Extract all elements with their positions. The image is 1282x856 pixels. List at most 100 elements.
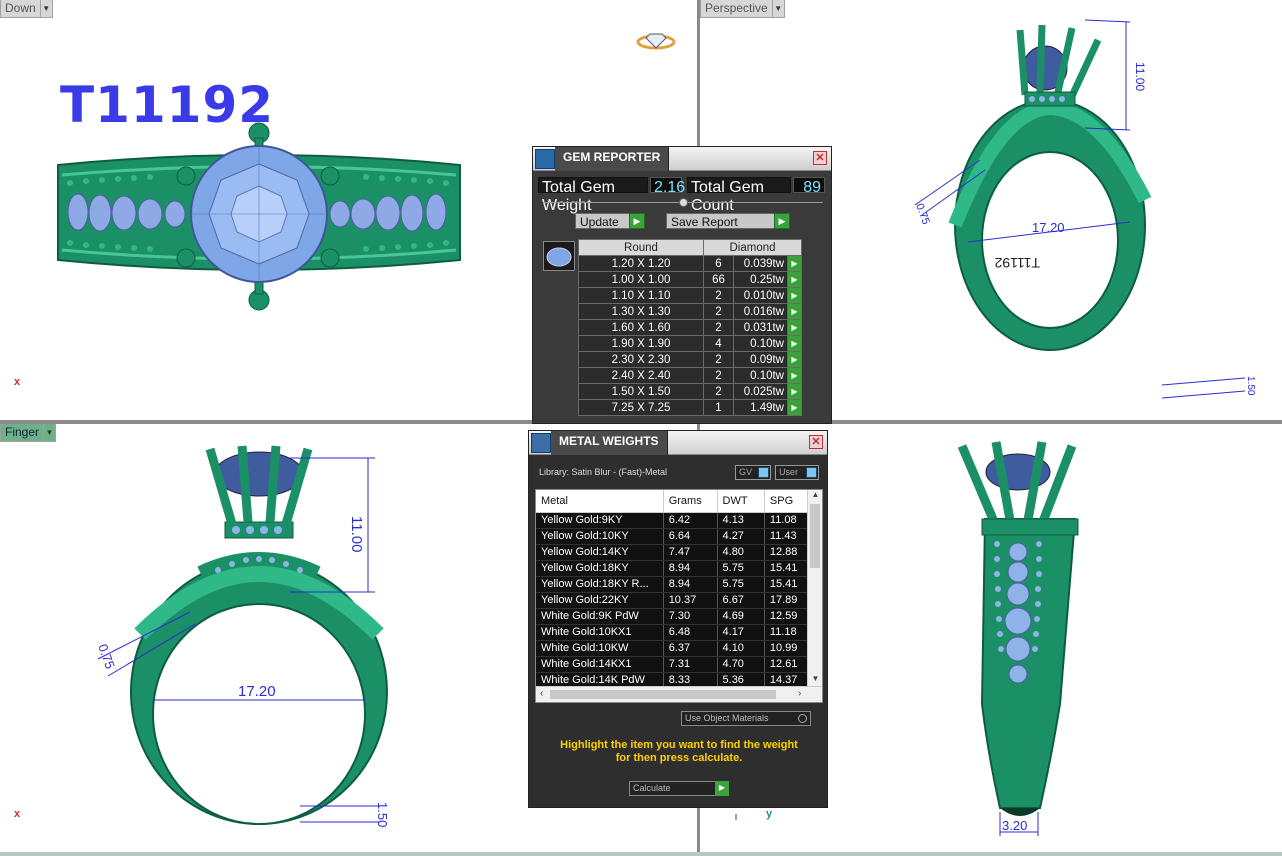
- metal-row[interactable]: White Gold:9K PdW 7.30 4.69 12.59: [536, 608, 809, 625]
- metal-weights-titlebar[interactable]: METAL WEIGHTS ✕: [529, 431, 827, 455]
- scroll-thumb[interactable]: [810, 504, 820, 568]
- close-icon[interactable]: ✕: [813, 151, 827, 165]
- metal-spg: 17.89: [764, 592, 809, 609]
- metal-row[interactable]: White Gold:10KW 6.37 4.10 10.99: [536, 640, 809, 657]
- gem-total-weight: 0.039tw: [733, 255, 788, 272]
- metal-spg: 15.41: [764, 576, 809, 593]
- svg-text:0.75: 0.75: [913, 202, 932, 226]
- calculate-button[interactable]: Calculate ▶: [629, 781, 729, 796]
- user-toggle[interactable]: User: [775, 465, 819, 480]
- hint-line-1: Highlight the item you want to find the …: [560, 739, 798, 751]
- metal-grams: 8.94: [663, 560, 718, 577]
- use-object-materials-label: Use Object Materials: [685, 713, 769, 723]
- metal-spg: 11.08: [764, 512, 809, 529]
- gem-row[interactable]: 1.90 X 1.90 4 0.10tw ▶: [578, 335, 802, 352]
- save-report-button[interactable]: Save Report ▶: [666, 213, 790, 229]
- gem-count: 6: [703, 255, 734, 272]
- scroll-left-icon[interactable]: ‹: [540, 688, 543, 699]
- play-arrow-icon[interactable]: ▶: [787, 335, 802, 352]
- total-gem-weight-value: 2.16: [650, 177, 685, 196]
- play-arrow-icon[interactable]: ▶: [787, 303, 802, 320]
- gem-total-weight: 0.10tw: [733, 335, 788, 352]
- metal-table: Metal Grams DWT SPG Yellow Gold:9KY 6.42 4.13…: [536, 490, 809, 689]
- gem-total-weight: 0.025tw: [733, 383, 788, 400]
- hint-line-2: for then press calculate.: [615, 752, 743, 764]
- scroll-right-icon[interactable]: ›: [798, 688, 801, 699]
- metal-grams: 8.94: [663, 576, 718, 593]
- gem-count: 66: [703, 271, 734, 288]
- gem-row[interactable]: 1.10 X 1.10 2 0.010tw ▶: [578, 287, 802, 304]
- metal-dwt: 4.17: [717, 624, 765, 641]
- metal-table-container[interactable]: Metal Grams DWT SPG Yellow Gold:9KY 6.42 4.13…: [535, 489, 823, 703]
- scroll-thumb[interactable]: [550, 690, 776, 699]
- metal-name: White Gold:10KX1: [536, 624, 664, 641]
- metal-row[interactable]: Yellow Gold:22KY 10.37 6.67 17.89: [536, 592, 809, 609]
- gv-toggle[interactable]: GV: [735, 465, 771, 480]
- metal-name: Yellow Gold:18KY: [536, 560, 664, 577]
- gem-count: 2: [703, 319, 734, 336]
- save-report-label: Save Report: [671, 215, 738, 229]
- metal-dwt: 4.27: [717, 528, 765, 545]
- gem-row[interactable]: 1.20 X 1.20 6 0.039tw ▶: [578, 255, 802, 272]
- metal-dwt: 6.67: [717, 592, 765, 609]
- gem-count: 2: [703, 367, 734, 384]
- horizontal-scrollbar[interactable]: ‹ ›: [536, 686, 822, 702]
- play-arrow-icon[interactable]: ▶: [787, 351, 802, 368]
- gem-row[interactable]: 1.30 X 1.30 2 0.016tw ▶: [578, 303, 802, 320]
- metal-col-header[interactable]: Metal: [536, 490, 664, 513]
- play-arrow-icon[interactable]: ▶: [787, 255, 802, 272]
- play-arrow-icon: ▶: [715, 781, 729, 796]
- metal-spg: 10.99: [764, 640, 809, 657]
- metal-row[interactable]: Yellow Gold:14KY 7.47 4.80 12.88: [536, 544, 809, 561]
- metal-col-header[interactable]: DWT: [717, 490, 765, 513]
- gem-count: 2: [703, 383, 734, 400]
- calculate-label: Calculate: [633, 783, 671, 793]
- metal-grams: 7.30: [663, 608, 718, 625]
- metal-row[interactable]: Yellow Gold:18KY 8.94 5.75 15.41: [536, 560, 809, 577]
- play-arrow-icon[interactable]: ▶: [787, 319, 802, 336]
- gem-row[interactable]: 2.40 X 2.40 2 0.10tw ▶: [578, 367, 802, 384]
- metal-row[interactable]: White Gold:14KX1 7.31 4.70 12.61: [536, 656, 809, 673]
- metal-row[interactable]: Yellow Gold:18KY R... 8.94 5.75 15.41: [536, 576, 809, 593]
- gem-row[interactable]: 1.00 X 1.00 66 0.25tw ▶: [578, 271, 802, 288]
- gem-row[interactable]: 1.50 X 1.50 2 0.025tw ▶: [578, 383, 802, 400]
- metal-name: White Gold:9K PdW: [536, 608, 664, 625]
- metal-dwt: 4.80: [717, 544, 765, 561]
- metal-grams: 7.31: [663, 656, 718, 673]
- svg-text:T11192: T11192: [994, 255, 1040, 271]
- gem-row[interactable]: 2.30 X 2.30 2 0.09tw ▶: [578, 351, 802, 368]
- update-button[interactable]: Update ▶: [575, 213, 645, 229]
- close-icon[interactable]: ✕: [809, 435, 823, 449]
- gem-row[interactable]: 1.60 X 1.60 2 0.031tw ▶: [578, 319, 802, 336]
- play-arrow-icon: ▶: [774, 213, 790, 229]
- gem-size: 2.30 X 2.30: [578, 351, 704, 368]
- vertical-scrollbar[interactable]: ▲ ▼: [807, 490, 822, 688]
- metal-weights-icon: [531, 433, 551, 453]
- gem-slider-knob[interactable]: [679, 198, 688, 207]
- metal-row[interactable]: Yellow Gold:10KY 6.64 4.27 11.43: [536, 528, 809, 545]
- gem-size: 1.00 X 1.00: [578, 271, 704, 288]
- scroll-up-icon[interactable]: ▲: [808, 490, 822, 504]
- play-arrow-icon[interactable]: ▶: [787, 383, 802, 400]
- gem-total-weight: 0.016tw: [733, 303, 788, 320]
- metal-row[interactable]: Yellow Gold:9KY 6.42 4.13 11.08: [536, 512, 809, 529]
- library-label: Library: Satin Blur - (Fast)-Metal: [539, 467, 668, 477]
- metal-col-header[interactable]: Grams: [663, 490, 718, 513]
- gem-reporter-titlebar[interactable]: GEM REPORTER ✕: [533, 147, 831, 171]
- gem-row[interactable]: 7.25 X 7.25 1 1.49tw ▶: [578, 399, 802, 416]
- play-arrow-icon[interactable]: ▶: [787, 367, 802, 384]
- radio-icon: [798, 714, 807, 723]
- metal-dwt: 4.13: [717, 512, 765, 529]
- gem-size: 7.25 X 7.25: [578, 399, 704, 416]
- metal-name: Yellow Gold:14KY: [536, 544, 664, 561]
- gem-thumbnail: [543, 241, 575, 271]
- app-window: Down ▼ T11192 x Perspective ▼ T11192 11.…: [0, 0, 1282, 856]
- metal-grams: 6.37: [663, 640, 718, 657]
- play-arrow-icon[interactable]: ▶: [787, 287, 802, 304]
- metal-row[interactable]: White Gold:10KX1 6.48 4.17 11.18: [536, 624, 809, 641]
- play-arrow-icon[interactable]: ▶: [787, 271, 802, 288]
- metal-col-header[interactable]: SPG: [764, 490, 809, 513]
- gem-size: 1.90 X 1.90: [578, 335, 704, 352]
- use-object-materials-toggle[interactable]: Use Object Materials: [681, 711, 811, 726]
- play-arrow-icon[interactable]: ▶: [787, 399, 802, 416]
